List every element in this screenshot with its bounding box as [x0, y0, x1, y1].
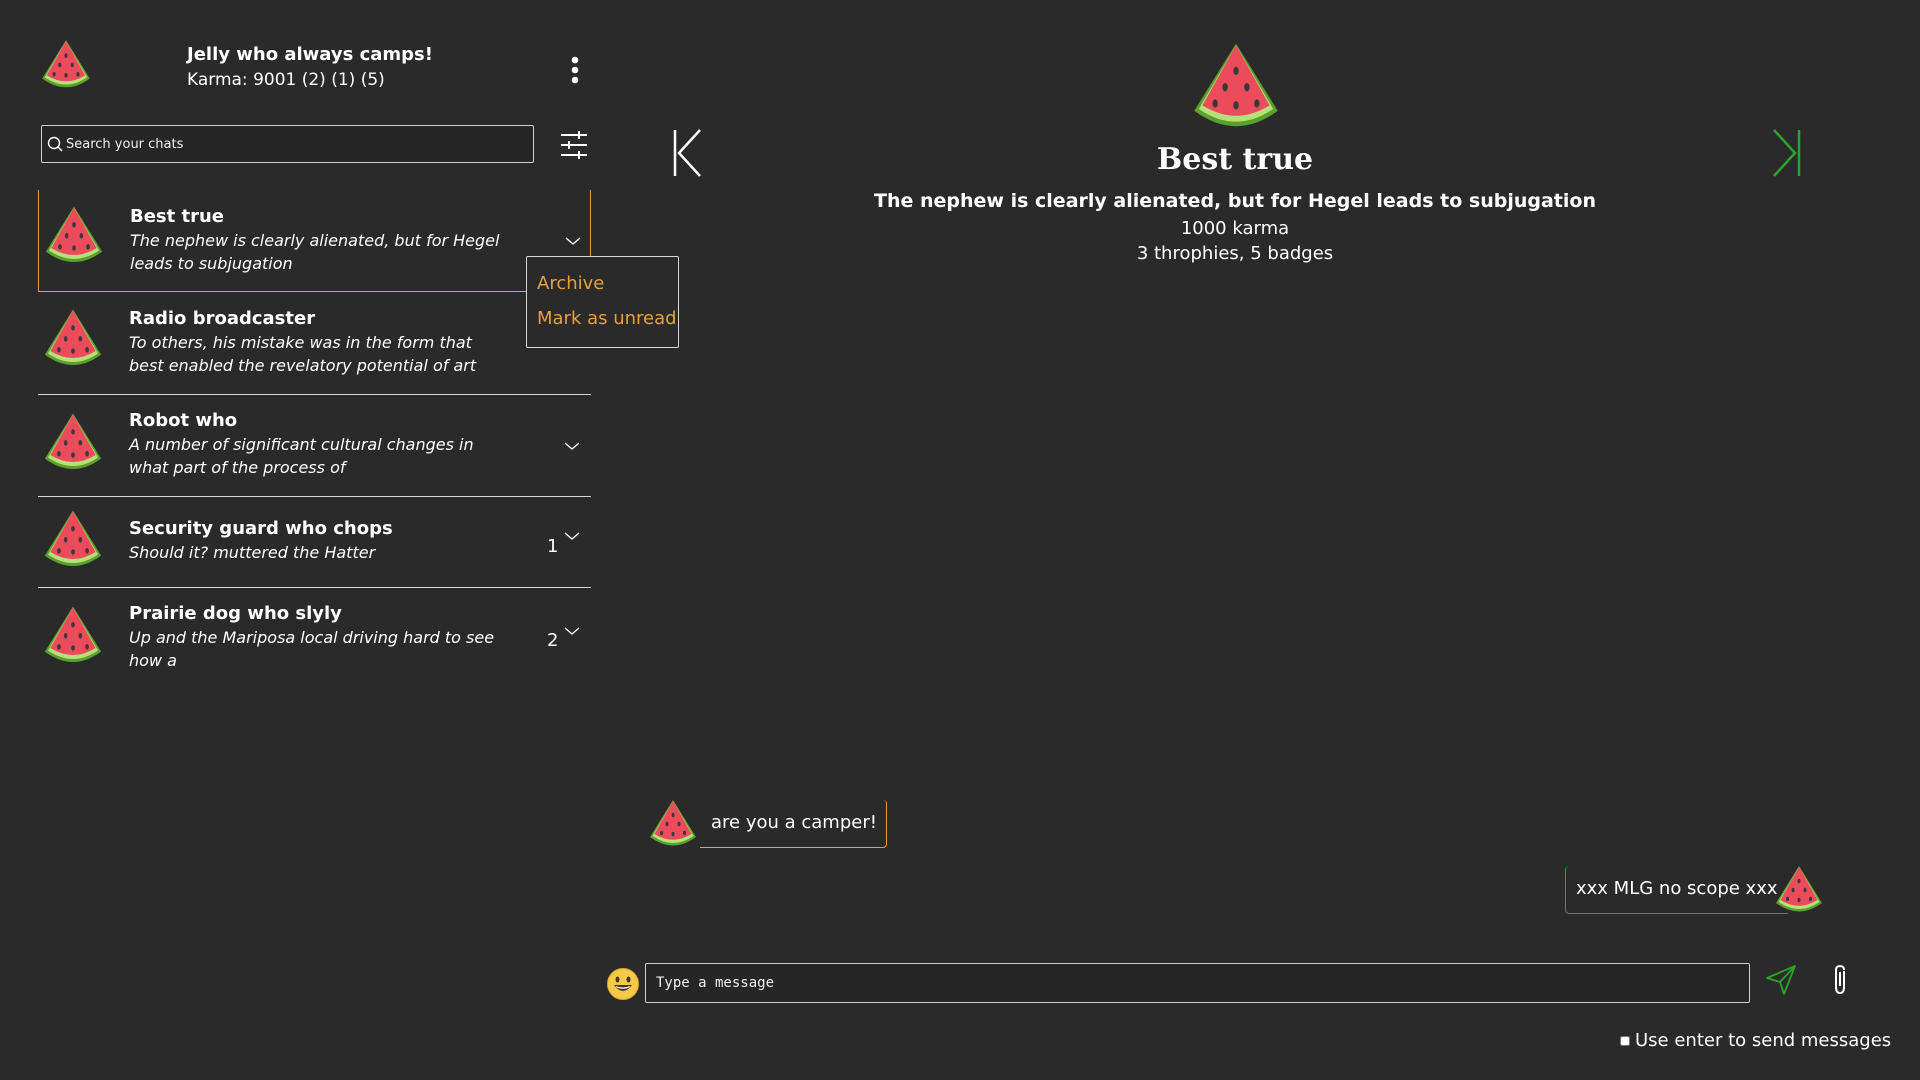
contact-karma: 1000 karma	[1180, 218, 1290, 239]
watermelon-icon	[44, 606, 102, 663]
watermelon-icon	[42, 40, 90, 88]
next-chat-button[interactable]	[1770, 128, 1804, 178]
incoming-message-bubble: are you a camper!	[700, 800, 887, 848]
chat-item-security-guard[interactable]: Security guard who chops Should it? mutt…	[38, 497, 591, 587]
search-box	[41, 125, 534, 163]
unread-count-badge: 2	[547, 630, 559, 651]
send-button[interactable]	[1764, 963, 1798, 997]
watermelon-icon	[1194, 43, 1278, 127]
send-icon	[1766, 965, 1796, 995]
menu-item-archive[interactable]: Archive	[537, 273, 604, 294]
previous-chat-button[interactable]	[670, 128, 704, 178]
emoji-picker-button[interactable]	[606, 967, 640, 1001]
chat-preview: To others, his mistake was in the form t…	[129, 333, 477, 375]
chat-item-robot-who[interactable]: Robot who A number of significant cultur…	[38, 395, 591, 496]
contact-trophies: 3 throphies, 5 badges	[1136, 243, 1334, 264]
contact-status: The nephew is clearly alienated, but for…	[874, 190, 1596, 212]
chevron-down-icon[interactable]	[563, 440, 581, 452]
watermelon-icon	[45, 206, 103, 263]
watermelon-icon	[44, 309, 102, 366]
profile-name: Jelly who always camps!	[187, 44, 433, 65]
attach-button[interactable]	[1829, 963, 1851, 997]
menu-item-mark-unread[interactable]: Mark as unread	[537, 308, 677, 329]
chevron-down-icon[interactable]	[563, 625, 581, 637]
chat-preview: The nephew is clearly alienated, but for…	[130, 231, 500, 273]
chat-name: Radio broadcaster	[129, 308, 316, 329]
chat-item-prairie-dog[interactable]: Prairie dog who slyly Up and the Maripos…	[38, 588, 591, 688]
chat-item-best-true[interactable]: Best true The nephew is clearly alienate…	[38, 190, 591, 292]
enter-to-send-checkbox[interactable]	[1620, 1036, 1630, 1046]
contact-avatar	[1190, 40, 1282, 138]
chat-name: Security guard who chops	[129, 518, 393, 539]
profile-karma: Karma: 9001 (2) (1) (5)	[187, 70, 385, 90]
chat-preview: Should it? muttered the Hatter	[129, 543, 376, 562]
chevron-down-icon[interactable]	[564, 235, 582, 247]
chat-name: Robot who	[129, 410, 238, 431]
filter-button[interactable]	[558, 129, 590, 161]
paperclip-icon	[1835, 964, 1845, 995]
chat-options-menu: Archive Mark as unread	[526, 256, 679, 348]
chevron-down-icon[interactable]	[563, 530, 581, 542]
watermelon-icon	[44, 510, 102, 567]
watermelon-icon	[44, 413, 102, 470]
chat-name: Prairie dog who slyly	[129, 603, 342, 624]
profile-avatar[interactable]	[38, 38, 94, 94]
unread-count-badge: 1	[547, 536, 559, 557]
chat-item-radio-broadcaster[interactable]: Radio broadcaster To others, his mistake…	[38, 293, 591, 394]
smiley-icon	[607, 968, 639, 1000]
message-avatar	[648, 798, 698, 852]
sliders-icon	[561, 131, 587, 159]
contact-name: Best true	[1156, 142, 1314, 177]
chat-preview: Up and the Mariposa local driving hard t…	[129, 628, 495, 670]
enter-to-send-label: Use enter to send messages	[1635, 1030, 1892, 1051]
chat-name: Best true	[130, 206, 225, 227]
kebab-menu-icon	[571, 56, 579, 84]
watermelon-icon	[650, 800, 696, 846]
more-options-button[interactable]	[562, 54, 588, 86]
search-input[interactable]	[66, 126, 526, 162]
chat-preview: A number of significant cultural changes…	[129, 435, 474, 477]
message-input[interactable]	[645, 963, 1750, 1003]
search-icon	[47, 136, 63, 152]
message-avatar	[1774, 864, 1824, 918]
watermelon-icon	[1776, 866, 1822, 912]
skip-next-icon	[1773, 129, 1801, 177]
outgoing-message-bubble: xxx MLG no scope xxx	[1565, 866, 1788, 914]
skip-previous-icon	[673, 129, 701, 177]
